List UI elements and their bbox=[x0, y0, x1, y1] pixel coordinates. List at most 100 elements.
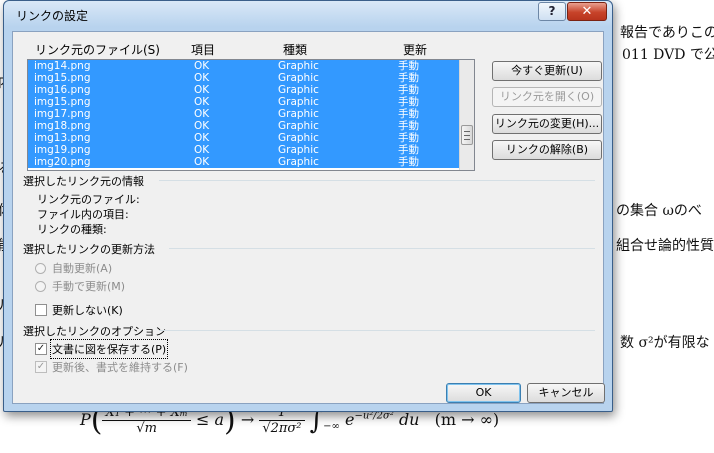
cell-type: Graphic bbox=[278, 144, 319, 156]
dialog-titlebar[interactable]: リンクの設定 ? ✕ bbox=[4, 1, 612, 27]
cell-item: OK bbox=[194, 96, 210, 108]
cell-update: 手動 bbox=[398, 72, 419, 84]
col-header-type[interactable]: 種類 bbox=[283, 41, 307, 58]
cell-file: img17.png bbox=[34, 108, 91, 120]
checkbox-checked-icon: ✓ bbox=[35, 361, 47, 373]
cell-type: Graphic bbox=[278, 60, 319, 72]
formula-p: P bbox=[80, 410, 91, 429]
radio-circle bbox=[35, 280, 46, 292]
formula-limit: (m → ∞) bbox=[434, 410, 500, 429]
help-button[interactable]: ? bbox=[538, 2, 566, 21]
cell-update: 手動 bbox=[398, 120, 419, 132]
cell-type: Graphic bbox=[278, 120, 319, 132]
table-row[interactable]: img17.png OK Graphic 手動 bbox=[28, 108, 460, 120]
change-source-button[interactable]: リンク元の変更(H)... bbox=[492, 114, 602, 134]
auto-update-radio[interactable]: 自動更新(A) bbox=[35, 260, 112, 276]
radio-circle bbox=[35, 262, 46, 274]
scrollbar-thumb[interactable] bbox=[461, 125, 473, 145]
info-link-type: リンクの種類: bbox=[37, 223, 107, 236]
cell-update: 手動 bbox=[398, 84, 419, 96]
col-header-item[interactable]: 項目 bbox=[191, 41, 215, 58]
ok-button[interactable]: OK bbox=[446, 383, 521, 403]
manual-update-radio[interactable]: 手動で更新(M) bbox=[35, 278, 125, 294]
cell-type: Graphic bbox=[278, 72, 319, 84]
formula-denominator: √m bbox=[136, 421, 157, 436]
cell-file: img15.png bbox=[34, 72, 91, 84]
dialog-client: リンク元のファイル(S) 項目 種類 更新 img14.png OK Graphic… bbox=[12, 31, 605, 404]
cell-type: Graphic bbox=[278, 108, 319, 120]
checkbox-box bbox=[35, 304, 47, 316]
links-dialog: リンクの設定 ? ✕ リンク元のファイル(S) 項目 種類 更新 img14.p… bbox=[3, 0, 613, 412]
cell-file: img16.png bbox=[34, 84, 91, 96]
cancel-button[interactable]: キャンセル bbox=[527, 383, 605, 403]
separator bbox=[159, 330, 595, 331]
separator bbox=[159, 180, 595, 181]
cell-item: OK bbox=[194, 156, 210, 168]
table-row[interactable]: img19.png OK Graphic 手動 bbox=[28, 144, 460, 156]
formula-lower: −∞ bbox=[323, 421, 340, 433]
cell-update: 手動 bbox=[398, 144, 419, 156]
cell-update: 手動 bbox=[398, 60, 419, 72]
cell-item: OK bbox=[194, 132, 210, 144]
cell-item: OK bbox=[194, 84, 210, 96]
cell-type: Graphic bbox=[278, 156, 319, 168]
save-in-doc-checkbox[interactable]: ✓ 文書に図を保存する(P) bbox=[35, 339, 169, 359]
checkbox-checked-icon: ✓ bbox=[35, 343, 47, 355]
table-row[interactable]: img14.png OK Graphic 手動 bbox=[28, 60, 460, 72]
auto-update-label: 自動更新(A) bbox=[52, 262, 113, 275]
formula-exponent: −u²/2σ² bbox=[354, 410, 394, 422]
locked-label: 更新しない(K) bbox=[52, 304, 123, 317]
save-in-doc-label: 文書に図を保存する(P) bbox=[49, 339, 169, 359]
info-source-file: リンク元のファイル: bbox=[37, 193, 140, 206]
formula-du: du bbox=[398, 410, 420, 429]
open-source-button[interactable]: リンク元を開く(O) bbox=[492, 87, 602, 107]
cell-item: OK bbox=[194, 144, 210, 156]
cell-item: OK bbox=[194, 120, 210, 132]
doc-text-5: 数 σ²が有限な bbox=[620, 335, 710, 351]
break-link-button[interactable]: リンクの解除(B) bbox=[492, 140, 602, 160]
doc-text-2: 011 DVD で公開 bbox=[622, 47, 714, 63]
links-list[interactable]: img14.png OK Graphic 手動 img15.png OK Graphic 手動… bbox=[27, 59, 475, 171]
cell-file: img19.png bbox=[34, 144, 91, 156]
table-row[interactable]: img18.png OK Graphic 手動 bbox=[28, 120, 460, 132]
table-row[interactable]: img20.png OK Graphic 手動 bbox=[28, 156, 460, 168]
doc-text-4: 組合せ論的性質 bbox=[616, 238, 714, 254]
info-item-in-file: ファイル内の項目: bbox=[37, 208, 129, 221]
table-row[interactable]: img15.png OK Graphic 手動 bbox=[28, 96, 460, 108]
cell-file: img20.png bbox=[34, 156, 91, 168]
update-now-button[interactable]: 今すぐ更新(U) bbox=[492, 61, 602, 81]
manual-update-label: 手動で更新(M) bbox=[52, 280, 126, 293]
cell-file: img18.png bbox=[34, 120, 91, 132]
links-rows: img14.png OK Graphic 手動 img15.png OK Graphic 手動… bbox=[28, 60, 460, 168]
separator bbox=[169, 248, 595, 249]
cell-file: img14.png bbox=[34, 60, 91, 72]
table-row[interactable]: img15.png OK Graphic 手動 bbox=[28, 72, 460, 84]
locked-checkbox[interactable]: 更新しない(K) bbox=[35, 302, 123, 318]
info-section-title: 選択したリンク元の情報 bbox=[23, 175, 144, 188]
formula-le-a: ≤ a bbox=[195, 410, 225, 429]
doc-text-3: の集合 ωのべ bbox=[616, 203, 702, 219]
cell-item: OK bbox=[194, 72, 210, 84]
cell-type: Graphic bbox=[278, 84, 319, 96]
cell-update: 手動 bbox=[398, 96, 419, 108]
keep-format-label: 更新後、書式を維持する(F) bbox=[52, 361, 188, 374]
table-row[interactable]: img13.png OK Graphic 手動 bbox=[28, 132, 460, 144]
dialog-title: リンクの設定 bbox=[16, 9, 89, 23]
cell-item: OK bbox=[194, 108, 210, 120]
cell-file: img13.png bbox=[34, 132, 91, 144]
keep-format-checkbox[interactable]: ✓ 更新後、書式を維持する(F) bbox=[35, 359, 188, 375]
cell-update: 手動 bbox=[398, 132, 419, 144]
col-header-update[interactable]: 更新 bbox=[403, 41, 427, 58]
list-scrollbar[interactable] bbox=[459, 60, 474, 170]
cell-update: 手動 bbox=[398, 108, 419, 120]
doc-text-1: 報告でありこの bbox=[620, 25, 714, 41]
options-section-title: 選択したリンクのオプション bbox=[23, 325, 166, 338]
cell-type: Graphic bbox=[278, 132, 319, 144]
cell-update: 手動 bbox=[398, 156, 419, 168]
cell-item: OK bbox=[194, 60, 210, 72]
formula-const-den: √2πσ² bbox=[262, 421, 302, 436]
update-section-title: 選択したリンクの更新方法 bbox=[23, 243, 155, 256]
close-button[interactable]: ✕ bbox=[567, 2, 607, 21]
col-header-file[interactable]: リンク元のファイル(S) bbox=[35, 41, 160, 58]
table-row[interactable]: img16.png OK Graphic 手動 bbox=[28, 84, 460, 96]
